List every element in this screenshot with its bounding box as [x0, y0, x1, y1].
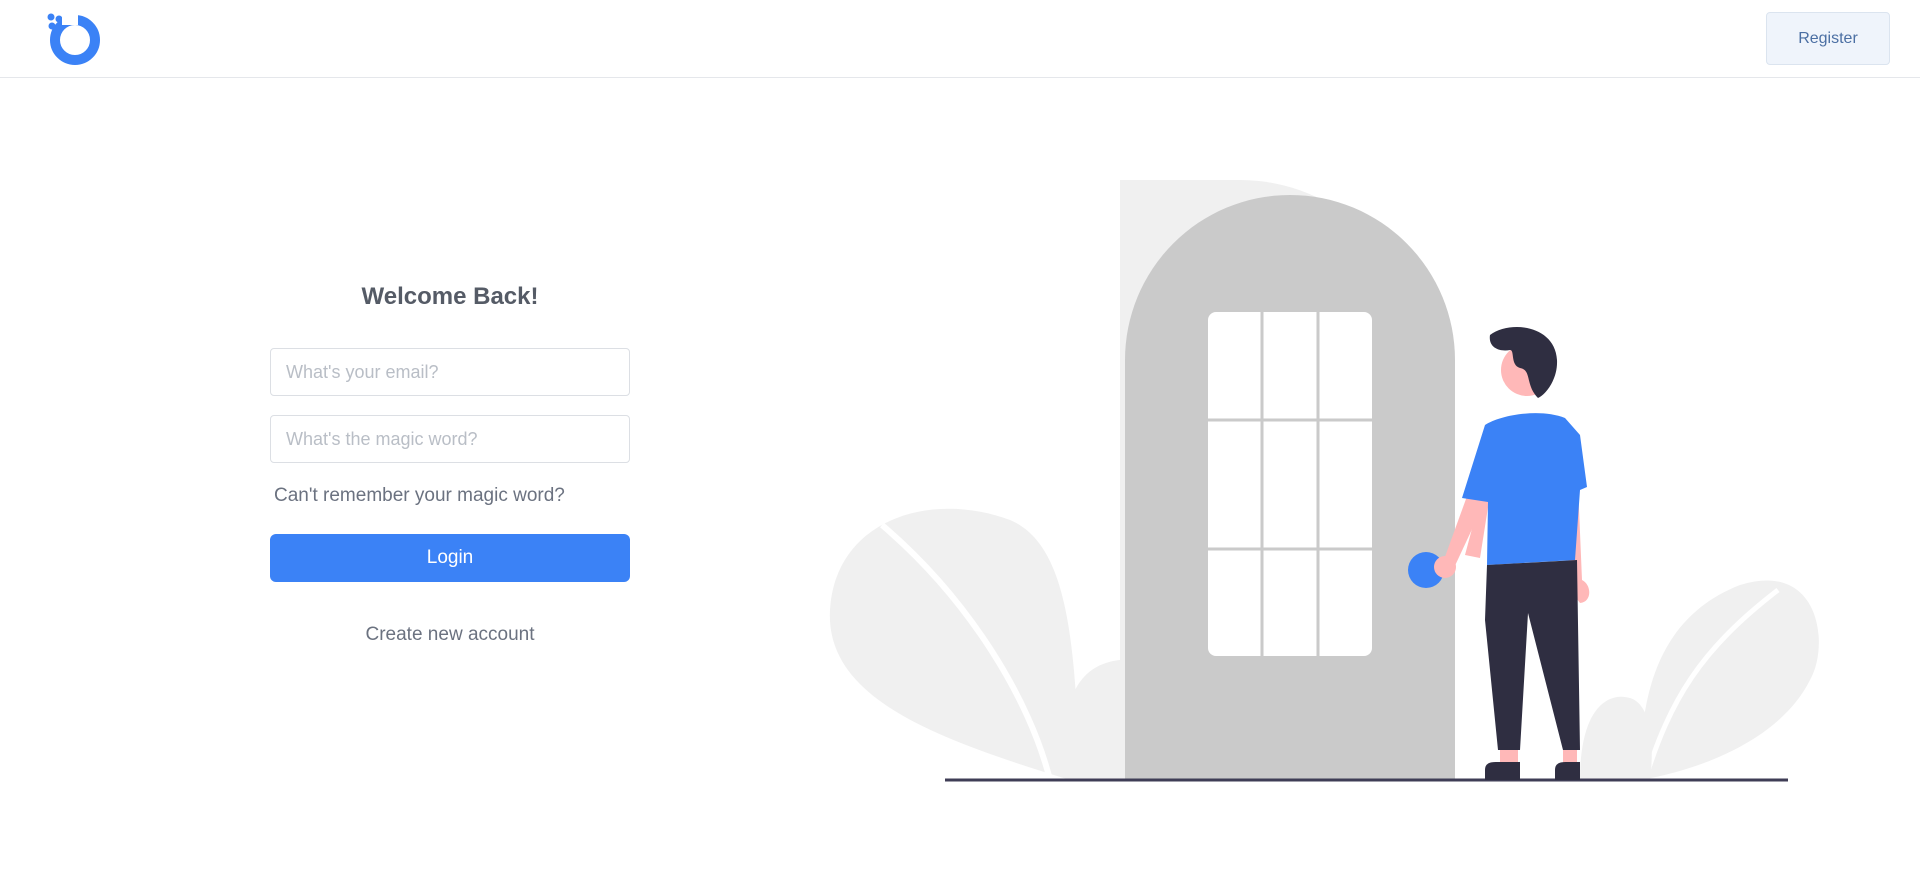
login-form: Welcome Back! Can't remember your magic …	[270, 280, 630, 646]
login-button[interactable]: Login	[270, 534, 630, 582]
page-title: Welcome Back!	[361, 283, 539, 310]
door-illustration	[829, 180, 1819, 782]
password-input[interactable]	[270, 415, 630, 463]
door-window	[1208, 312, 1372, 656]
email-input[interactable]	[270, 348, 630, 396]
left-plant	[829, 508, 1080, 780]
right-plant	[1640, 580, 1819, 780]
top-bar: Register	[0, 0, 1920, 78]
register-button[interactable]: Register	[1766, 12, 1890, 65]
person-figure	[1434, 327, 1590, 780]
forgot-password-link[interactable]: Can't remember your magic word?	[274, 482, 630, 510]
create-account-link[interactable]: Create new account	[270, 624, 630, 646]
brand-logo-icon[interactable]	[42, 10, 104, 66]
